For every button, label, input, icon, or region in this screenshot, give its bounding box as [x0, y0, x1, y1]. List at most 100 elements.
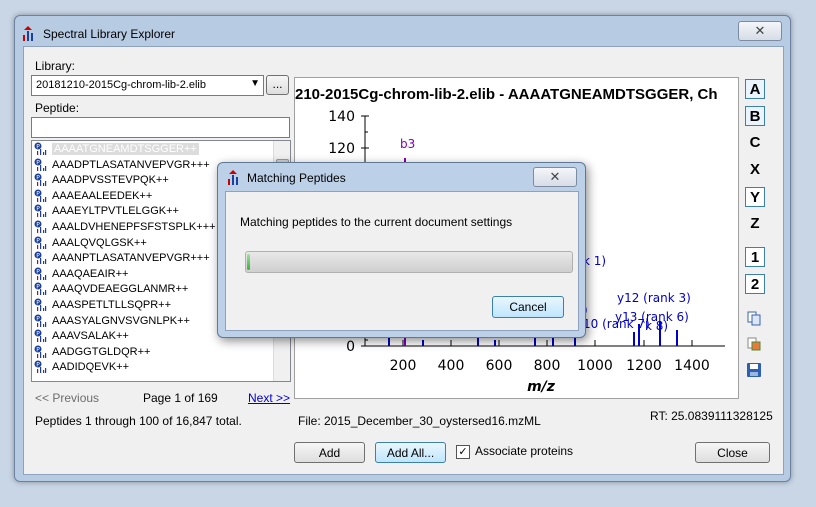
peptide-label: Peptide:	[35, 101, 80, 115]
library-browse-button[interactable]: ...	[266, 75, 289, 95]
peak-annotation: y12 (rank 3)	[617, 291, 691, 305]
peptide-sequence: AAADPTLASATANVEPVGR+++	[52, 158, 210, 171]
associate-proteins-checkbox[interactable]: ✓	[456, 445, 470, 459]
peptide-count-summary: Peptides 1 through 100 of 16,847 total.	[35, 414, 242, 428]
x-tick-label: 1000	[577, 358, 613, 374]
ion-type-button-c[interactable]: C	[745, 133, 765, 153]
peak-annotation: k 1)	[583, 254, 606, 268]
x-tick-label: 200	[390, 358, 417, 374]
peptide-sequence: AAAEYLTPVTLELGGK++	[52, 205, 179, 218]
close-button[interactable]: Close	[695, 442, 770, 463]
peptide-list-item[interactable]: P AAADPTLASATANVEPVGR+++	[34, 158, 210, 173]
peptide-sequence: AAALDVHENEPFSFSTSPLK+++	[52, 221, 216, 233]
app-icon	[23, 26, 33, 41]
peptide-list-item[interactable]: P AAALDVHENEPFSFSTSPLK+++	[34, 220, 216, 235]
x-tick-label: 600	[486, 358, 513, 374]
peptide-sequence: AAASPETLTLLSQPR++	[52, 299, 172, 311]
peptide-sequence: AAAVSALAK++	[52, 330, 129, 343]
svg-text:P: P	[36, 346, 40, 353]
svg-text:P: P	[36, 144, 40, 151]
graph-title: 210-2015Cg-chrom-lib-2.elib - AAAATGNEAM…	[295, 86, 718, 103]
peptide-list-item[interactable]: P AAASYALGNVSVGNLPK++	[34, 314, 190, 329]
window-close-button[interactable]: ✕	[738, 21, 782, 41]
add-all-button[interactable]: Add All...	[375, 442, 446, 463]
svg-text:P: P	[36, 253, 40, 260]
peptide-icon: P	[34, 314, 48, 328]
peptide-sequence: AAADPVSSTEVPQK++	[52, 174, 169, 187]
ion-type-button-2[interactable]: 2	[745, 274, 765, 294]
svg-text:P: P	[36, 300, 40, 307]
window-title: Spectral Library Explorer	[43, 27, 176, 41]
peptide-list-item[interactable]: P AAALQVQLGSK++	[34, 236, 147, 251]
peptide-sequence: AAASYALGNVSVGNLPK++	[52, 314, 190, 327]
chevron-down-icon: ▼	[250, 78, 260, 89]
peptide-sequence: AAALQVQLGSK++	[52, 236, 147, 249]
peptide-filter-input[interactable]	[31, 117, 290, 138]
dialog-app-icon	[228, 170, 238, 185]
svg-text:P: P	[36, 268, 40, 275]
peptide-list-item[interactable]: P AADGGTGLDQR++	[34, 345, 150, 360]
dialog-message: Matching peptides to the current documen…	[240, 215, 513, 229]
x-tick-label: 1200	[626, 358, 662, 374]
ion-type-button-a[interactable]: A	[745, 79, 765, 99]
peptide-list-item[interactable]: P AAAEAALEEDEK++	[34, 189, 152, 204]
add-button[interactable]: Add	[294, 442, 365, 463]
svg-text:P: P	[36, 315, 40, 322]
svg-text:P: P	[36, 284, 40, 291]
copy-icon[interactable]	[746, 310, 762, 326]
peptide-icon: P	[34, 158, 48, 172]
peptide-icon: P	[34, 236, 48, 250]
peptide-sequence: AADGGTGLDQR++	[52, 345, 151, 358]
peptide-list-item[interactable]: P AAANPTLASATANVEPVGR+++	[34, 251, 210, 266]
peptide-icon: P	[34, 142, 48, 156]
peptide-list-item[interactable]: P AAAQVDEAEGGLANMR++	[34, 282, 188, 297]
peptide-icon: P	[34, 329, 48, 343]
peptide-sequence: AAAATGNEAMDTSGGER++	[52, 143, 199, 155]
peptide-list-item[interactable]: P AAAEYLTPVTLELGGK++	[34, 204, 179, 219]
peptide-icon: P	[34, 173, 48, 187]
dialog-title: Matching Peptides	[247, 171, 346, 185]
peak-annotation: 10 (rank 7)	[583, 317, 650, 331]
save-icon[interactable]	[746, 362, 762, 378]
ion-type-button-z[interactable]: Z	[745, 214, 765, 234]
ion-type-button-x[interactable]: X	[745, 160, 765, 180]
ion-type-button-b[interactable]: B	[745, 106, 765, 126]
peptide-sequence: AAAEAALEEDEK++	[52, 189, 153, 202]
matching-peptides-dialog: Matching Peptides ✕ Matching peptides to…	[217, 162, 586, 338]
peptide-list-item[interactable]: P AADIDQEVK++	[34, 360, 129, 375]
associate-proteins-label: Associate proteins	[475, 444, 574, 458]
svg-text:P: P	[36, 206, 40, 213]
ion-type-button-y[interactable]: Y	[745, 187, 765, 207]
x-tick-label: 400	[438, 358, 465, 374]
peptide-icon: P	[34, 282, 48, 296]
next-link[interactable]: Next >>	[248, 391, 290, 405]
page-indicator: Page 1 of 169	[143, 391, 218, 405]
peptide-sequence: AAANPTLASATANVEPVGR+++	[52, 252, 210, 265]
peptide-list-item[interactable]: P AAADPVSSTEVPQK++	[34, 173, 169, 188]
ion-type-button-1[interactable]: 1	[745, 247, 765, 267]
peptide-sequence: AAAQAEAIR++	[52, 267, 129, 280]
peptide-list-item[interactable]: P AAAATGNEAMDTSGGER++	[34, 142, 199, 157]
x-axis-label: m/z	[527, 379, 556, 395]
svg-text:P: P	[36, 331, 40, 338]
copy-image-icon[interactable]	[746, 336, 762, 352]
svg-text:P: P	[36, 222, 40, 229]
svg-text:P: P	[36, 362, 40, 369]
peptide-list-item[interactable]: P AAASPETLTLLSQPR++	[34, 298, 171, 313]
peptide-list-item[interactable]: P AAAVSALAK++	[34, 329, 129, 344]
peptide-icon: P	[34, 360, 48, 374]
cancel-button[interactable]: Cancel	[492, 296, 564, 318]
previous-link[interactable]: << Previous	[35, 391, 99, 405]
y-tick-label: 0	[346, 339, 355, 355]
dialog-close-button[interactable]: ✕	[533, 167, 577, 187]
progress-fill	[247, 254, 250, 270]
checkmark-icon: ✓	[458, 446, 468, 458]
peak-annotation: k 8)	[645, 319, 668, 333]
peptide-sequence: AAAQVDEAEGGLANMR++	[52, 283, 189, 296]
library-select[interactable]: 20181210-2015Cg-chrom-lib-2.elib ▼	[31, 75, 264, 96]
peptide-icon: P	[34, 220, 48, 234]
y-tick-label: 140	[328, 109, 355, 125]
svg-text:P: P	[36, 237, 40, 244]
peak-annotation: b3	[400, 137, 415, 151]
peptide-list-item[interactable]: P AAAQAEAIR++	[34, 267, 128, 282]
